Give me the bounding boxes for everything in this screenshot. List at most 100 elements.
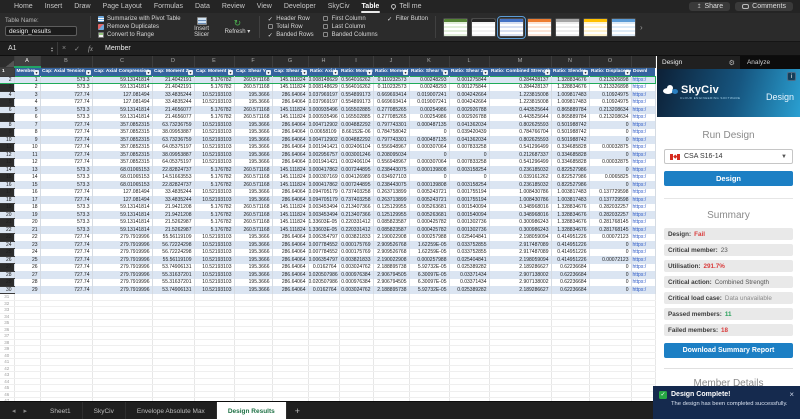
cell[interactable]: 0.865889784: [551, 113, 590, 121]
formula-content[interactable]: Member: [97, 45, 131, 52]
column-header-C[interactable]: C: [92, 56, 153, 68]
cell[interactable]: 195.3666: [234, 151, 273, 159]
cell[interactable]: 0.238443075: [373, 181, 410, 189]
select-all-corner[interactable]: [0, 56, 15, 68]
cell[interactable]: 12: [14, 158, 41, 166]
cell[interactable]: 1.328834676: [551, 75, 590, 84]
cell[interactable]: 0.001540094: [449, 203, 490, 211]
cell[interactable]: 195.3666: [234, 271, 273, 279]
cell[interactable]: 0.737403258: [339, 188, 374, 196]
cell-link[interactable]: https:/: [631, 218, 656, 226]
cell[interactable]: 0.414951226: [551, 233, 590, 241]
cell[interactable]: 10.52193103: [194, 248, 235, 256]
cell[interactable]: 33.4835244: [152, 196, 195, 204]
cell-link[interactable]: https:/: [631, 256, 656, 264]
cell[interactable]: 0.041362034: [449, 121, 490, 129]
row-number[interactable]: 12: [0, 151, 15, 159]
cell[interactable]: 0.001941421: [308, 143, 340, 151]
cell[interactable]: 573.3: [40, 173, 93, 181]
sheet-tab-skyciv[interactable]: SkyCiv: [83, 402, 126, 419]
cell[interactable]: 0.033752855: [449, 241, 490, 249]
cell[interactable]: 0.000976384: [339, 271, 374, 279]
cell[interactable]: 0.802625593: [489, 121, 552, 129]
cell[interactable]: 0.62236684: [551, 286, 590, 294]
cell[interactable]: 195.3666: [234, 128, 273, 136]
cell[interactable]: 195.3666: [234, 158, 273, 166]
cell[interactable]: 0.000257988: [409, 256, 450, 264]
cell-link[interactable]: https:/: [631, 158, 656, 166]
cell[interactable]: 0.03371434: [449, 271, 490, 279]
cell[interactable]: 727.74: [40, 196, 93, 204]
cell[interactable]: 2: [14, 83, 41, 91]
cell[interactable]: 0.277085265: [373, 106, 410, 114]
cell[interactable]: 0.865889784: [551, 106, 590, 114]
cell[interactable]: 10.52193103: [194, 278, 235, 286]
cell-link[interactable]: https:/: [631, 151, 656, 159]
cell[interactable]: 2.917487089: [489, 248, 552, 256]
cell[interactable]: [40, 397, 93, 401]
cell[interactable]: 0.334685828: [551, 158, 590, 166]
cell-link[interactable]: https:/: [631, 98, 656, 106]
cell[interactable]: 195.3666: [234, 188, 273, 196]
cell[interactable]: 0.000487135: [409, 136, 450, 144]
cell[interactable]: 727.74: [40, 241, 93, 249]
cell[interactable]: 53.74906131: [152, 286, 195, 294]
cell[interactable]: 727.74: [40, 151, 93, 159]
cell[interactable]: 10.52193103: [194, 128, 235, 136]
cell[interactable]: 5.176782: [194, 75, 235, 84]
cell[interactable]: 1.328834676: [551, 211, 590, 219]
cell[interactable]: [272, 397, 309, 401]
cell[interactable]: 0.094705179: [308, 196, 340, 204]
cell[interactable]: 0.000175769: [339, 248, 374, 256]
cell[interactable]: 0.802625593: [489, 136, 552, 144]
table-header-cell[interactable]: ▾ Cap: Axial Compression: [92, 67, 152, 76]
table-style-swatch[interactable]: [611, 17, 637, 37]
cell[interactable]: 0.669693414: [373, 91, 410, 99]
cell[interactable]: 1.008430786: [489, 196, 552, 204]
cell[interactable]: 1.328834676: [551, 226, 590, 234]
cell[interactable]: 38.09953887: [152, 151, 195, 159]
row-number[interactable]: 2: [0, 75, 15, 84]
cell[interactable]: 279.7919996: [92, 278, 153, 286]
cell[interactable]: 573.3: [40, 166, 93, 174]
cell[interactable]: 29: [14, 286, 41, 294]
cell[interactable]: 10.52193103: [194, 263, 235, 271]
cell[interactable]: 357.0852315: [92, 121, 153, 129]
cell[interactable]: 0.501988742: [551, 136, 590, 144]
cell[interactable]: 0.263713899: [373, 196, 410, 204]
cell-link[interactable]: https:/: [631, 271, 656, 279]
design-code-select[interactable]: CSA S16-14 ▼: [664, 149, 793, 164]
sheet-tab-envelope-absolute-max[interactable]: Envelope Absolute Max: [126, 402, 217, 419]
cell[interactable]: 63.73236759: [152, 136, 195, 144]
cell[interactable]: 63.73236759: [152, 121, 195, 129]
column-header-G[interactable]: G: [272, 56, 309, 68]
cell[interactable]: 0.004242664: [449, 91, 490, 99]
cell[interactable]: 0.0065825: [589, 173, 632, 181]
cell[interactable]: 0.281768145: [589, 226, 632, 234]
cell[interactable]: 0.001941421: [308, 158, 340, 166]
row-number[interactable]: 5: [0, 98, 15, 107]
cell[interactable]: 0: [589, 248, 632, 256]
cell[interactable]: 0.034927103: [373, 173, 410, 181]
cell[interactable]: 0.020507986: [308, 278, 340, 286]
cell[interactable]: 145.111824: [272, 211, 309, 219]
cell[interactable]: 59.13141814: [92, 75, 153, 84]
cell[interactable]: 10.52193103: [194, 286, 235, 294]
cell[interactable]: 0.10924975: [589, 98, 632, 106]
column-header-L[interactable]: L: [449, 56, 490, 68]
tool-convert-to-range[interactable]: Convert to Range: [98, 32, 181, 38]
cell[interactable]: 0.025389282: [449, 263, 490, 271]
cell[interactable]: [339, 397, 374, 401]
cell[interactable]: 0.000487135: [409, 121, 450, 129]
cell[interactable]: 2.190022908: [373, 233, 410, 241]
cell[interactable]: 10.52193103: [194, 143, 235, 151]
cell[interactable]: 145.111824: [272, 83, 309, 91]
cell[interactable]: 2.906794505: [373, 271, 410, 279]
cell[interactable]: 8.66152E-06: [339, 128, 374, 136]
cell[interactable]: [152, 397, 195, 401]
cell[interactable]: [489, 397, 552, 401]
cell[interactable]: 21.4042191: [152, 75, 195, 84]
cell[interactable]: 0.541296499: [489, 143, 552, 151]
cell[interactable]: 0.822527986: [551, 181, 590, 189]
cell[interactable]: 0.208095034: [373, 151, 410, 159]
